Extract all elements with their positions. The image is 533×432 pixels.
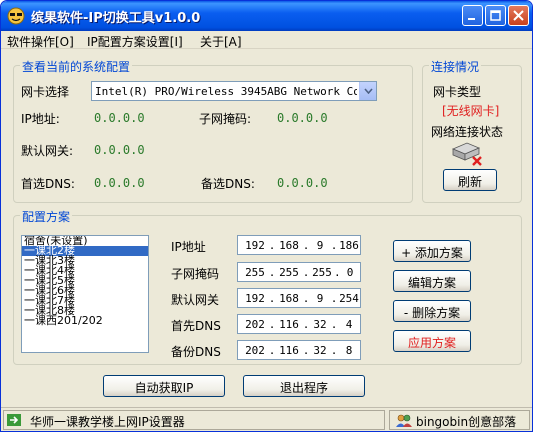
octet: 202 — [245, 344, 265, 357]
status-pane-right: bingobin创意部落 — [389, 410, 530, 430]
delete-scheme-label: - 删除方案 — [403, 306, 461, 320]
dns2-label: 备选DNS: — [201, 177, 255, 191]
delete-scheme-button[interactable]: - 删除方案 — [393, 300, 471, 322]
octet: 255 — [279, 266, 299, 279]
status-bar: 华师一课教学楼上网IP设置器 bingobin创意部落 — [1, 407, 532, 431]
scheme-dns1-input[interactable]: 202. 116. 32. 4 — [237, 314, 361, 334]
window-title: 缤果软件-IP切换工具v1.0.0 — [31, 11, 201, 26]
octet: 4 — [345, 318, 353, 331]
scheme-mask-label: 子网掩码 — [171, 267, 220, 281]
list-item[interactable]: 一课西201/202 — [22, 315, 148, 326]
scheme-dns2-label: 备份DNS — [171, 345, 221, 359]
gateway-value: 0.0.0.0 — [94, 143, 145, 157]
octet: 168 — [279, 292, 299, 305]
scheme-ip-input[interactable]: 192. 168. 9. 186 — [237, 235, 361, 255]
menu-about[interactable]: 关于[A] — [200, 33, 242, 50]
nic-select-value: Intel(R) PRO/Wireless 3945ABG Network Co… — [95, 85, 357, 98]
edit-scheme-button[interactable]: 编辑方案 — [393, 270, 471, 292]
edit-scheme-label: 编辑方案 — [407, 276, 456, 290]
main-window: 缤果软件-IP切换工具v1.0.0 软件操作[O] IP配置方案设置[I] 关于… — [0, 0, 533, 432]
connection-title: 连接情况 — [429, 58, 482, 75]
octet: 8 — [345, 344, 353, 357]
scheme-listbox[interactable]: 宿舍(未设置) 一课北2楼 一课北3楼 一课北4楼 一课北5楼 一课北6楼 一课… — [21, 235, 149, 353]
octet: 186 — [339, 239, 359, 252]
nic-label: 网卡选择 — [21, 85, 70, 99]
octet: 168 — [279, 239, 299, 252]
auto-ip-button[interactable]: 自动获取IP — [103, 375, 225, 397]
status-right-text: bingobin创意部落 — [416, 415, 517, 429]
octet: 192 — [245, 239, 265, 252]
refresh-label: 刷新 — [457, 175, 482, 189]
scheme-dns2-input[interactable]: 202. 116. 32. 8 — [237, 340, 361, 360]
current-config-title: 查看当前的系统配置 — [20, 58, 133, 75]
nic-type-label: 网卡类型 — [433, 85, 482, 99]
nic-select[interactable]: Intel(R) PRO/Wireless 3945ABG Network Co… — [91, 81, 377, 101]
app-smiley-icon — [7, 7, 25, 25]
octet: 255 — [245, 266, 265, 279]
scheme-gateway-input[interactable]: 192. 168. 9. 254 — [237, 288, 361, 308]
maximize-button[interactable] — [485, 5, 506, 26]
exit-button[interactable]: 退出程序 — [243, 375, 365, 397]
exit-label: 退出程序 — [279, 381, 328, 395]
status-left-text: 华师一课教学楼上网IP设置器 — [30, 415, 185, 429]
octet: 0 — [346, 266, 354, 279]
ip-value: 0.0.0.0 — [94, 111, 145, 125]
nic-type-value: [无线网卡] — [442, 104, 500, 118]
apply-scheme-button[interactable]: 应用方案 — [393, 330, 471, 352]
octet: 116 — [279, 318, 299, 331]
scheme-mask-input[interactable]: 255. 255. 255. 0 — [237, 262, 361, 282]
add-scheme-button[interactable]: + 添加方案 — [393, 240, 471, 262]
add-scheme-label: + 添加方案 — [401, 246, 463, 260]
arrow-right-icon — [7, 414, 21, 426]
close-icon — [513, 10, 524, 21]
apply-scheme-label: 应用方案 — [407, 336, 456, 350]
net-status-label: 网络连接状态 — [431, 125, 504, 139]
gateway-label: 默认网关: — [21, 144, 74, 158]
dns2-value: 0.0.0.0 — [277, 176, 328, 190]
status-pane-left: 华师一课教学楼上网IP设置器 — [3, 410, 385, 430]
schemes-title: 配置方案 — [20, 208, 73, 225]
auto-ip-label: 自动获取IP — [134, 381, 194, 395]
scheme-dns1-label: 首先DNS — [171, 319, 221, 333]
menu-ip-config[interactable]: IP配置方案设置[I] — [87, 33, 183, 50]
ip-label: IP地址: — [21, 112, 60, 126]
menu-software[interactable]: 软件操作[O] — [7, 33, 74, 50]
scheme-ip-label: IP地址 — [171, 240, 206, 254]
minimize-icon — [468, 18, 475, 20]
octet: 32 — [313, 344, 327, 357]
octet: 9 — [316, 292, 324, 305]
mask-value: 0.0.0.0 — [277, 111, 328, 125]
octet: 32 — [313, 318, 327, 331]
octet: 202 — [245, 318, 265, 331]
dns1-label: 首选DNS: — [21, 177, 75, 191]
octet: 116 — [279, 344, 299, 357]
octet: 9 — [316, 239, 324, 252]
title-bar[interactable]: 缤果软件-IP切换工具v1.0.0 — [1, 1, 532, 31]
nic-select-dropdown[interactable] — [359, 82, 376, 100]
octet: 255 — [312, 266, 332, 279]
minimize-button[interactable] — [462, 5, 483, 26]
octet: 192 — [245, 292, 265, 305]
scheme-gateway-label: 默认网关 — [171, 293, 220, 307]
octet: 254 — [339, 292, 359, 305]
refresh-button[interactable]: 刷新 — [443, 169, 497, 191]
menu-bar: 软件操作[O] IP配置方案设置[I] 关于[A] — [1, 31, 532, 49]
network-disconnected-icon — [451, 142, 482, 166]
dns1-value: 0.0.0.0 — [94, 176, 145, 190]
close-button[interactable] — [508, 5, 529, 26]
users-icon — [396, 414, 412, 427]
maximize-icon — [490, 10, 501, 21]
chevron-down-icon — [364, 88, 373, 94]
mask-label: 子网掩码: — [199, 112, 252, 126]
